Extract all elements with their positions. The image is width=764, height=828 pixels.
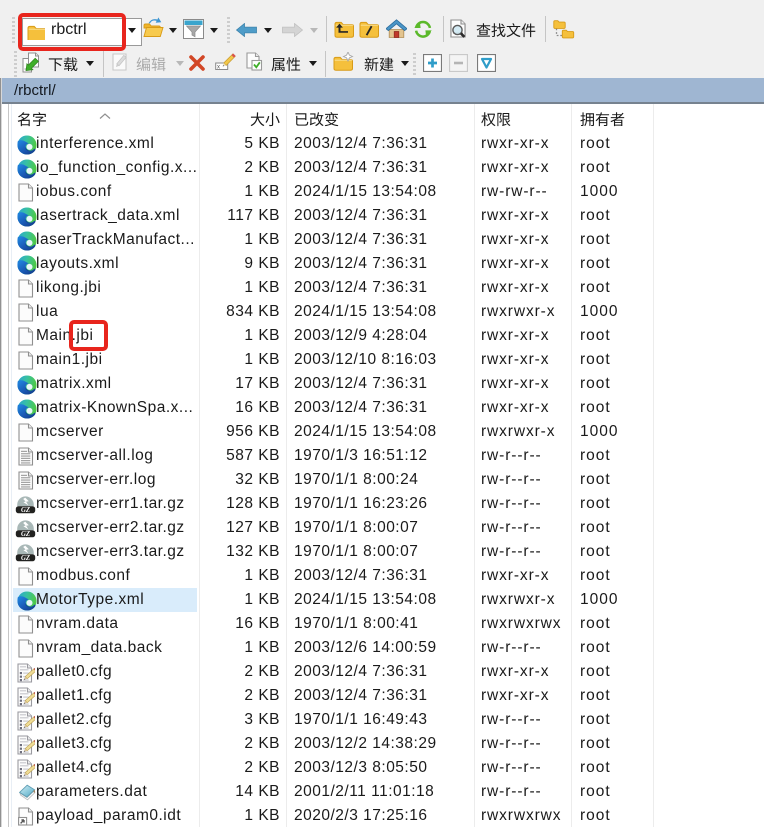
- svg-text:x: x: [217, 65, 220, 71]
